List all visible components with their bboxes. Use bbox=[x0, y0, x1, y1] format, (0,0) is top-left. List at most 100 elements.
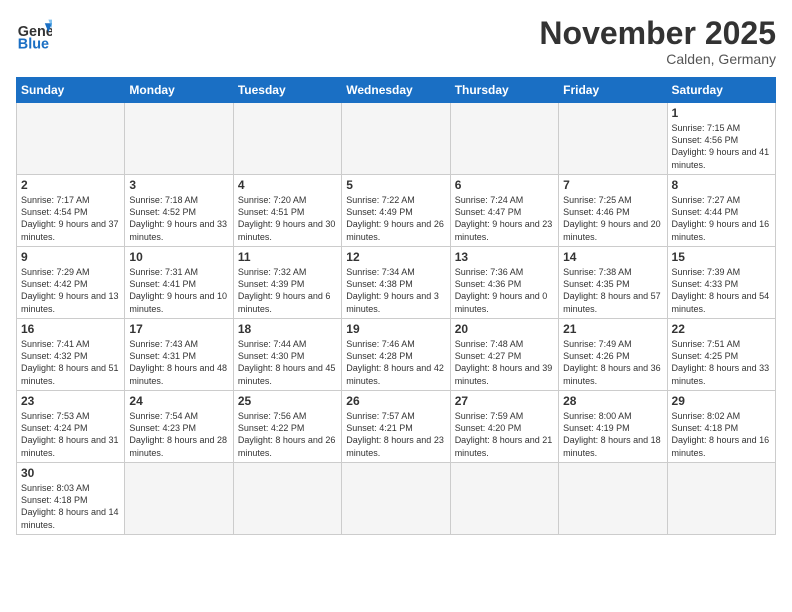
day-number: 6 bbox=[455, 178, 554, 192]
table-row: 9 Sunrise: 7:29 AM Sunset: 4:42 PM Daylig… bbox=[17, 247, 125, 319]
day-number: 18 bbox=[238, 322, 337, 336]
table-row: 11 Sunrise: 7:32 AM Sunset: 4:39 PM Dayli… bbox=[233, 247, 341, 319]
table-row: 21 Sunrise: 7:49 AM Sunset: 4:26 PM Dayli… bbox=[559, 319, 667, 391]
header-friday: Friday bbox=[559, 78, 667, 103]
day-number: 22 bbox=[672, 322, 771, 336]
header-saturday: Saturday bbox=[667, 78, 775, 103]
day-number: 4 bbox=[238, 178, 337, 192]
calendar-subtitle: Calden, Germany bbox=[539, 51, 776, 67]
day-number: 20 bbox=[455, 322, 554, 336]
table-row bbox=[17, 103, 125, 175]
day-info: Sunrise: 7:56 AM Sunset: 4:22 PM Dayligh… bbox=[238, 410, 337, 459]
page: General Blue November 2025 Calden, Germa… bbox=[0, 0, 792, 612]
table-row bbox=[342, 103, 450, 175]
table-row: 3 Sunrise: 7:18 AM Sunset: 4:52 PM Daylig… bbox=[125, 175, 233, 247]
day-number: 15 bbox=[672, 250, 771, 264]
day-number: 3 bbox=[129, 178, 228, 192]
day-number: 24 bbox=[129, 394, 228, 408]
header: General Blue November 2025 Calden, Germa… bbox=[16, 16, 776, 67]
day-info: Sunrise: 7:46 AM Sunset: 4:28 PM Dayligh… bbox=[346, 338, 445, 387]
day-info: Sunrise: 7:44 AM Sunset: 4:30 PM Dayligh… bbox=[238, 338, 337, 387]
calendar-week-row: 30Sunrise: 8:03 AM Sunset: 4:18 PM Dayli… bbox=[17, 463, 776, 535]
table-row: 16 Sunrise: 7:41 AM Sunset: 4:32 PM Dayli… bbox=[17, 319, 125, 391]
day-info: Sunrise: 7:25 AM Sunset: 4:46 PM Dayligh… bbox=[563, 194, 662, 243]
day-number: 17 bbox=[129, 322, 228, 336]
day-info: Sunrise: 7:39 AM Sunset: 4:33 PM Dayligh… bbox=[672, 266, 771, 315]
table-row: 30Sunrise: 8:03 AM Sunset: 4:18 PM Dayli… bbox=[17, 463, 125, 535]
day-info: Sunrise: 7:29 AM Sunset: 4:42 PM Dayligh… bbox=[21, 266, 120, 315]
day-info: Sunrise: 7:48 AM Sunset: 4:27 PM Dayligh… bbox=[455, 338, 554, 387]
table-row: 17 Sunrise: 7:43 AM Sunset: 4:31 PM Dayli… bbox=[125, 319, 233, 391]
table-row: 2Sunrise: 7:17 AM Sunset: 4:54 PM Daylig… bbox=[17, 175, 125, 247]
day-info: Sunrise: 7:38 AM Sunset: 4:35 PM Dayligh… bbox=[563, 266, 662, 315]
table-row: 10Sunrise: 7:31 AM Sunset: 4:41 PM Dayli… bbox=[125, 247, 233, 319]
table-row bbox=[233, 103, 341, 175]
table-row: 29 Sunrise: 8:02 AM Sunset: 4:18 PM Dayli… bbox=[667, 391, 775, 463]
day-number: 13 bbox=[455, 250, 554, 264]
day-info: Sunrise: 7:20 AM Sunset: 4:51 PM Dayligh… bbox=[238, 194, 337, 243]
day-info: Sunrise: 7:27 AM Sunset: 4:44 PM Dayligh… bbox=[672, 194, 771, 243]
table-row: 24 Sunrise: 7:54 AM Sunset: 4:23 PM Dayli… bbox=[125, 391, 233, 463]
day-number: 27 bbox=[455, 394, 554, 408]
day-info: Sunrise: 7:54 AM Sunset: 4:23 PM Dayligh… bbox=[129, 410, 228, 459]
table-row: 14 Sunrise: 7:38 AM Sunset: 4:35 PM Dayli… bbox=[559, 247, 667, 319]
calendar-week-row: 9 Sunrise: 7:29 AM Sunset: 4:42 PM Daylig… bbox=[17, 247, 776, 319]
table-row bbox=[559, 103, 667, 175]
day-info: Sunrise: 7:18 AM Sunset: 4:52 PM Dayligh… bbox=[129, 194, 228, 243]
day-number: 9 bbox=[21, 250, 120, 264]
day-info: Sunrise: 7:43 AM Sunset: 4:31 PM Dayligh… bbox=[129, 338, 228, 387]
table-row: 4 Sunrise: 7:20 AM Sunset: 4:51 PM Daylig… bbox=[233, 175, 341, 247]
day-info: Sunrise: 7:22 AM Sunset: 4:49 PM Dayligh… bbox=[346, 194, 445, 243]
table-row: 7 Sunrise: 7:25 AM Sunset: 4:46 PM Daylig… bbox=[559, 175, 667, 247]
table-row: 13Sunrise: 7:36 AM Sunset: 4:36 PM Dayli… bbox=[450, 247, 558, 319]
day-number: 23 bbox=[21, 394, 120, 408]
table-row bbox=[233, 463, 341, 535]
day-info: Sunrise: 7:41 AM Sunset: 4:32 PM Dayligh… bbox=[21, 338, 120, 387]
day-number: 2 bbox=[21, 178, 120, 192]
day-info: Sunrise: 7:49 AM Sunset: 4:26 PM Dayligh… bbox=[563, 338, 662, 387]
table-row: 5 Sunrise: 7:22 AM Sunset: 4:49 PM Daylig… bbox=[342, 175, 450, 247]
table-row bbox=[450, 103, 558, 175]
header-thursday: Thursday bbox=[450, 78, 558, 103]
calendar-week-row: 2Sunrise: 7:17 AM Sunset: 4:54 PM Daylig… bbox=[17, 175, 776, 247]
calendar-week-row: 23 Sunrise: 7:53 AM Sunset: 4:24 PM Dayli… bbox=[17, 391, 776, 463]
day-number: 5 bbox=[346, 178, 445, 192]
day-info: Sunrise: 7:24 AM Sunset: 4:47 PM Dayligh… bbox=[455, 194, 554, 243]
day-info: Sunrise: 7:51 AM Sunset: 4:25 PM Dayligh… bbox=[672, 338, 771, 387]
table-row: 27 Sunrise: 7:59 AM Sunset: 4:20 PM Dayli… bbox=[450, 391, 558, 463]
calendar-table: Sunday Monday Tuesday Wednesday Thursday… bbox=[16, 77, 776, 535]
weekday-header-row: Sunday Monday Tuesday Wednesday Thursday… bbox=[17, 78, 776, 103]
table-row: 15 Sunrise: 7:39 AM Sunset: 4:33 PM Dayli… bbox=[667, 247, 775, 319]
table-row: 23 Sunrise: 7:53 AM Sunset: 4:24 PM Dayli… bbox=[17, 391, 125, 463]
day-number: 28 bbox=[563, 394, 662, 408]
day-info: Sunrise: 7:32 AM Sunset: 4:39 PM Dayligh… bbox=[238, 266, 337, 315]
table-row: 28Sunrise: 8:00 AM Sunset: 4:19 PM Dayli… bbox=[559, 391, 667, 463]
header-tuesday: Tuesday bbox=[233, 78, 341, 103]
day-number: 21 bbox=[563, 322, 662, 336]
day-number: 11 bbox=[238, 250, 337, 264]
header-wednesday: Wednesday bbox=[342, 78, 450, 103]
table-row: 22 Sunrise: 7:51 AM Sunset: 4:25 PM Dayli… bbox=[667, 319, 775, 391]
day-number: 7 bbox=[563, 178, 662, 192]
day-number: 8 bbox=[672, 178, 771, 192]
calendar-title: November 2025 bbox=[539, 16, 776, 51]
day-number: 1 bbox=[672, 106, 771, 120]
day-number: 14 bbox=[563, 250, 662, 264]
table-row: 26Sunrise: 7:57 AM Sunset: 4:21 PM Dayli… bbox=[342, 391, 450, 463]
logo: General Blue bbox=[16, 16, 52, 52]
day-number: 29 bbox=[672, 394, 771, 408]
day-info: Sunrise: 7:53 AM Sunset: 4:24 PM Dayligh… bbox=[21, 410, 120, 459]
day-info: Sunrise: 7:31 AM Sunset: 4:41 PM Dayligh… bbox=[129, 266, 228, 315]
day-number: 16 bbox=[21, 322, 120, 336]
day-number: 26 bbox=[346, 394, 445, 408]
logo-icon: General Blue bbox=[16, 16, 52, 52]
table-row: 18 Sunrise: 7:44 AM Sunset: 4:30 PM Dayli… bbox=[233, 319, 341, 391]
table-row bbox=[342, 463, 450, 535]
day-info: Sunrise: 8:02 AM Sunset: 4:18 PM Dayligh… bbox=[672, 410, 771, 459]
header-monday: Monday bbox=[125, 78, 233, 103]
day-info: Sunrise: 7:59 AM Sunset: 4:20 PM Dayligh… bbox=[455, 410, 554, 459]
title-block: November 2025 Calden, Germany bbox=[539, 16, 776, 67]
day-number: 25 bbox=[238, 394, 337, 408]
table-row bbox=[667, 463, 775, 535]
table-row: 20 Sunrise: 7:48 AM Sunset: 4:27 PM Dayli… bbox=[450, 319, 558, 391]
